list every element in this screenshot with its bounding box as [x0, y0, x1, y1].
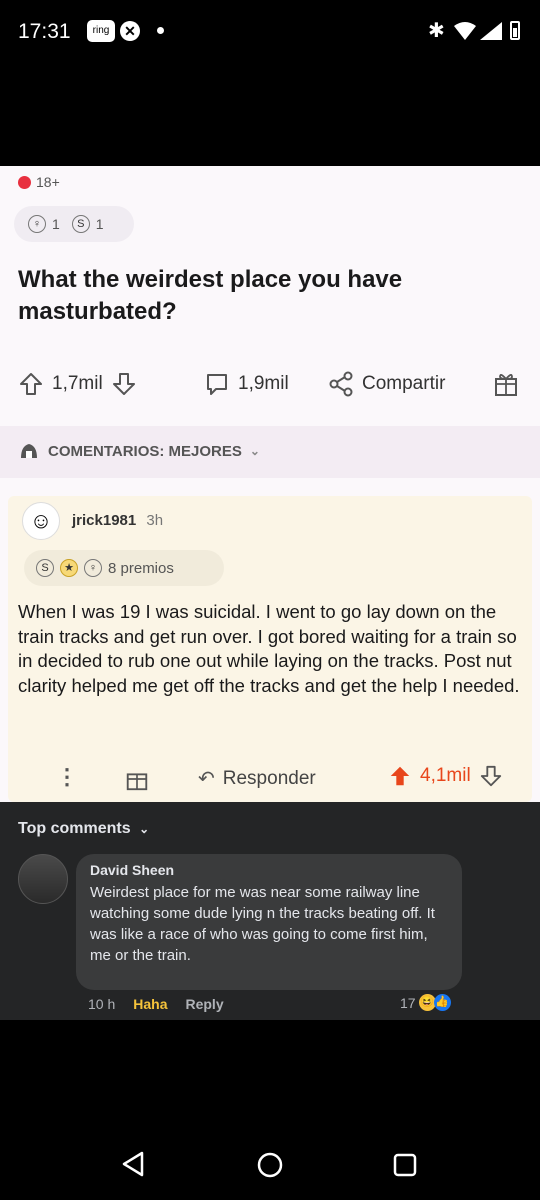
reply-button[interactable]: ↶ Responder [198, 766, 316, 791]
downvote-arrow-icon[interactable] [111, 371, 137, 397]
gift-icon [495, 374, 517, 396]
comment-vote-group: 4,1mil [388, 764, 503, 788]
sort-selector[interactable]: COMENTARIOS: MEJORES ⌄ [18, 442, 260, 460]
wifi-icon [454, 22, 476, 40]
upvote-arrow-icon[interactable] [388, 764, 412, 788]
commenter-name[interactable]: David Sheen [90, 862, 174, 878]
battery-icon [510, 21, 520, 40]
comment-bubble: David Sheen Weirdest place for me was ne… [76, 854, 462, 990]
comment-awards[interactable]: S ★ ♀ 8 premios [24, 550, 224, 586]
post-actions-bar: 1,7mil 1,9mil Compartir [14, 364, 526, 404]
post-awards[interactable]: ♀ 1 S 1 [14, 206, 134, 242]
upvote-group: 1,7mil [18, 364, 137, 404]
comment-time[interactable]: 10 h [88, 996, 115, 1012]
comments-count: 1,9mil [238, 373, 289, 394]
status-time: 17:31 [18, 20, 71, 43]
helpful-award-icon: ♀ [28, 215, 46, 233]
award-count: 1 [95, 216, 104, 232]
helpful-award-icon: ♀ [84, 559, 102, 577]
navigation-bar [0, 1020, 540, 1200]
comment-sort-bar[interactable]: COMENTARIOS: MEJORES ⌄ [0, 426, 540, 478]
back-icon[interactable] [120, 1150, 146, 1178]
award-gift-button[interactable] [492, 364, 520, 404]
user-avatar[interactable]: ☺ [22, 502, 60, 540]
reply-button[interactable]: Reply [185, 996, 223, 1012]
notification-dot-icon [157, 27, 164, 34]
reddit-post-card: 18+ ♀ 1 S 1 What the weirdest place you … [0, 166, 540, 802]
gold-award-icon: ★ [60, 559, 78, 577]
post-title[interactable]: What the weirdest place you have masturb… [18, 264, 518, 328]
upvote-count: 1,7mil [52, 373, 103, 394]
chevron-down-icon: ⌄ [249, 444, 260, 458]
status-bar: 17:31 ring ✕ ✱ [0, 0, 540, 166]
section-title: Top comments [18, 820, 131, 837]
comment-username[interactable]: jrick1981 [72, 512, 136, 529]
haha-reaction-button[interactable]: Haha [133, 996, 167, 1012]
comment-meta: jrick1981 3h [72, 512, 163, 529]
signal-icon [480, 22, 502, 40]
comment-score: 4,1mil [420, 765, 471, 786]
bluetooth-icon: ✱ [428, 20, 445, 42]
more-options-icon[interactable]: ⋮ [56, 764, 78, 790]
comments-button[interactable]: 1,9mil [204, 364, 289, 404]
reply-arrow-icon: ↶ [198, 768, 215, 790]
sort-label: COMENTARIOS: MEJORES [48, 442, 242, 460]
share-icon [329, 371, 353, 397]
comment-meta: 10 h Haha Reply [88, 996, 224, 1012]
nsfw-tag: 18+ [18, 174, 60, 190]
share-button[interactable]: Compartir [328, 364, 445, 404]
award-count: 1 [52, 216, 60, 232]
recents-icon[interactable] [392, 1152, 418, 1178]
comment-actions: ⋮ ↶ Responder 4,1mil [8, 758, 532, 802]
ring-app-icon: ring [87, 20, 115, 42]
upvote-arrow-icon[interactable] [18, 371, 44, 397]
like-icon: 👍 [433, 994, 451, 1011]
nsfw-dot-icon [18, 175, 31, 189]
comment-bubble-icon [207, 374, 227, 395]
reaction-summary[interactable]: 17 😆 👍 [400, 994, 451, 1011]
awards-label: 8 premios [108, 559, 174, 577]
top-comment: ☺ jrick1981 3h S ★ ♀ 8 premios When I wa… [8, 496, 532, 802]
chevron-down-icon: ⌄ [139, 822, 150, 836]
reply-label: Responder [222, 767, 316, 789]
silver-award-icon: S [71, 215, 90, 233]
comment-text: Weirdest place for me was near some rail… [90, 884, 435, 964]
facebook-comments: Top comments ⌄ David Sheen Weirdest plac… [0, 802, 540, 1020]
top-comments-filter[interactable]: Top comments ⌄ [18, 820, 149, 838]
gift-icon[interactable] [124, 766, 150, 792]
share-label: Compartir [362, 373, 446, 394]
nsfw-label: 18+ [36, 174, 60, 190]
sort-rocket-icon [21, 444, 37, 458]
xbox-icon: ✕ [120, 21, 140, 41]
comment-body: When I was 19 I was suicidal. I went to … [18, 601, 520, 696]
comment-age: 3h [146, 512, 164, 529]
silver-award-icon: S [36, 559, 54, 577]
commenter-avatar[interactable] [18, 854, 68, 904]
downvote-arrow-icon[interactable] [479, 764, 503, 788]
home-icon[interactable] [256, 1151, 284, 1179]
reaction-count: 17 [400, 994, 416, 1011]
